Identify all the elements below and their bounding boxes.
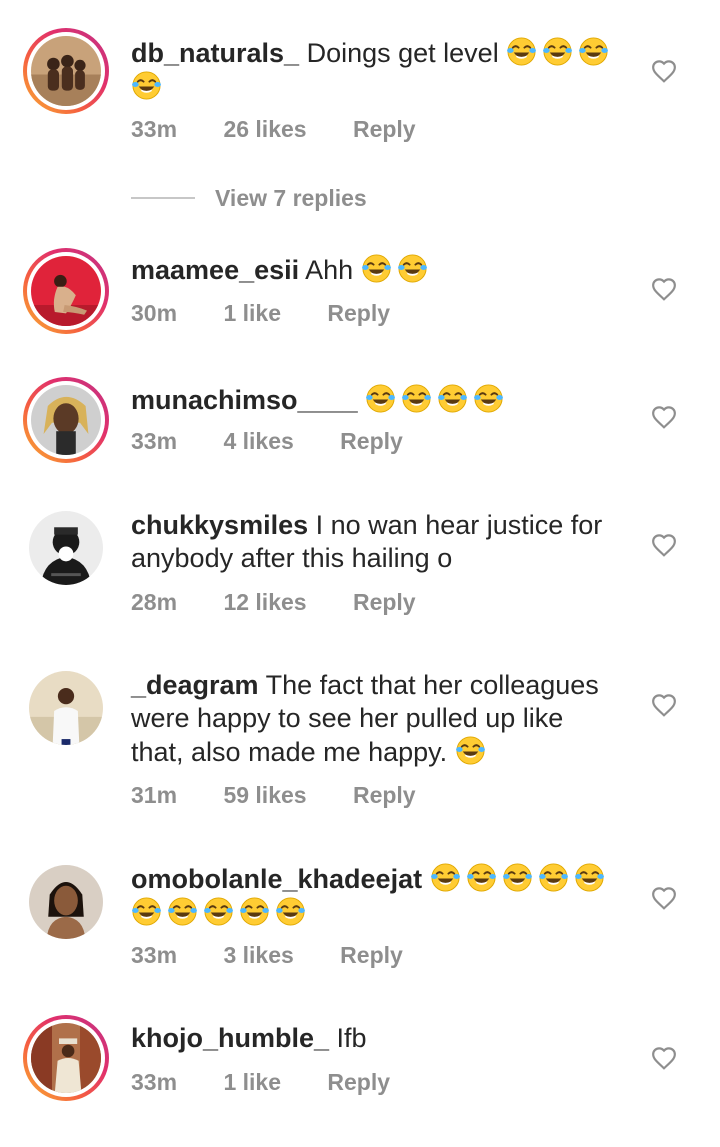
comment-username[interactable]: _deagram bbox=[131, 670, 259, 700]
like-heart-icon[interactable] bbox=[651, 886, 677, 910]
comment-username[interactable]: db_naturals_ bbox=[131, 38, 299, 68]
comment-text: db_naturals_ Doings get level bbox=[131, 36, 621, 104]
avatar[interactable] bbox=[23, 377, 109, 463]
avatar-photo bbox=[31, 36, 101, 106]
like-heart-icon[interactable] bbox=[651, 405, 677, 429]
face-with-tears-of-joy-icon bbox=[131, 896, 162, 927]
comment-time: 33m bbox=[131, 942, 178, 968]
likes-count[interactable]: 12 likes bbox=[223, 589, 306, 616]
comment-meta: 33m 3 likes Reply bbox=[131, 942, 403, 969]
comment-meta: 30m 1 like Reply bbox=[131, 300, 390, 327]
reply-button[interactable]: Reply bbox=[327, 300, 390, 327]
comment-username[interactable]: maamee_esii bbox=[131, 255, 299, 285]
face-with-tears-of-joy-icon bbox=[578, 36, 609, 67]
face-with-tears-of-joy-icon bbox=[506, 36, 537, 67]
likes-count[interactable]: 59 likes bbox=[223, 782, 306, 809]
reply-button[interactable]: Reply bbox=[340, 428, 403, 455]
face-with-tears-of-joy-icon bbox=[437, 383, 468, 414]
avatar[interactable] bbox=[23, 505, 109, 591]
face-with-tears-of-joy-icon bbox=[430, 862, 461, 893]
reply-button[interactable]: Reply bbox=[340, 942, 403, 969]
like-heart-icon[interactable] bbox=[651, 693, 677, 717]
comment-text: maamee_esii Ahh bbox=[131, 253, 621, 287]
view-replies-divider bbox=[131, 197, 195, 199]
face-with-tears-of-joy-icon bbox=[167, 896, 198, 927]
avatar[interactable] bbox=[23, 859, 109, 945]
comment-text: omobolanle_khadeejat bbox=[131, 862, 621, 930]
comment-text: _deagram The fact that her colleagues we… bbox=[131, 669, 621, 769]
avatar-photo bbox=[31, 256, 101, 326]
comment-meta: 31m 59 likes Reply bbox=[131, 782, 416, 809]
comment-meta: 28m 12 likes Reply bbox=[131, 589, 416, 616]
like-heart-icon[interactable] bbox=[651, 277, 677, 301]
likes-count[interactable]: 26 likes bbox=[223, 116, 306, 143]
comment-time: 33m bbox=[131, 1069, 178, 1095]
emoji-group bbox=[365, 383, 509, 415]
emoji-group bbox=[361, 253, 433, 285]
avatar[interactable] bbox=[23, 28, 109, 114]
reply-button[interactable]: Reply bbox=[353, 782, 416, 809]
likes-count[interactable]: 4 likes bbox=[223, 428, 293, 455]
comment-time: 31m bbox=[131, 782, 178, 808]
face-with-tears-of-joy-icon bbox=[538, 862, 569, 893]
comment-body: Ifb bbox=[336, 1023, 367, 1053]
avatar[interactable] bbox=[23, 665, 109, 751]
face-with-tears-of-joy-icon bbox=[502, 862, 533, 893]
face-with-tears-of-joy-icon bbox=[455, 735, 486, 766]
like-heart-icon[interactable] bbox=[651, 59, 677, 83]
comment-username[interactable]: munachimso____ bbox=[131, 385, 358, 415]
comment-meta: 33m 1 like Reply bbox=[131, 1069, 390, 1096]
face-with-tears-of-joy-icon bbox=[466, 862, 497, 893]
comment-time: 33m bbox=[131, 116, 178, 142]
face-with-tears-of-joy-icon bbox=[361, 253, 392, 284]
comment-time: 30m bbox=[131, 300, 178, 326]
face-with-tears-of-joy-icon bbox=[401, 383, 432, 414]
comment-body: Doings get level bbox=[306, 38, 499, 68]
comment-time: 33m bbox=[131, 428, 178, 454]
reply-button[interactable]: Reply bbox=[353, 589, 416, 616]
emoji-group bbox=[455, 735, 491, 767]
comment-username[interactable]: khojo_humble_ bbox=[131, 1023, 329, 1053]
avatar[interactable] bbox=[23, 1015, 109, 1101]
face-with-tears-of-joy-icon bbox=[131, 70, 162, 101]
likes-count[interactable]: 1 like bbox=[223, 300, 281, 327]
comment-text: chukkysmiles I no wan hear justice for a… bbox=[131, 509, 621, 575]
view-replies-label: View 7 replies bbox=[215, 184, 367, 211]
avatar-photo bbox=[31, 1023, 101, 1093]
avatar-photo bbox=[31, 385, 101, 455]
comment-meta: 33m 26 likes Reply bbox=[131, 116, 416, 143]
face-with-tears-of-joy-icon bbox=[542, 36, 573, 67]
comment-meta: 33m 4 likes Reply bbox=[131, 428, 403, 455]
avatar-photo bbox=[29, 865, 103, 939]
avatar-photo bbox=[29, 511, 103, 585]
face-with-tears-of-joy-icon bbox=[473, 383, 504, 414]
face-with-tears-of-joy-icon bbox=[397, 253, 428, 284]
comment-username[interactable]: omobolanle_khadeejat bbox=[131, 864, 422, 894]
comment-username[interactable]: chukkysmiles bbox=[131, 510, 308, 540]
likes-count[interactable]: 3 likes bbox=[223, 942, 293, 969]
face-with-tears-of-joy-icon bbox=[574, 862, 605, 893]
face-with-tears-of-joy-icon bbox=[275, 896, 306, 927]
comment-time: 28m bbox=[131, 589, 178, 615]
face-with-tears-of-joy-icon bbox=[203, 896, 234, 927]
comment-text: munachimso____ bbox=[131, 383, 621, 417]
like-heart-icon[interactable] bbox=[651, 533, 677, 557]
comment-text: khojo_humble_ Ifb bbox=[131, 1022, 621, 1055]
view-replies-button[interactable]: View 7 replies bbox=[131, 180, 367, 216]
comment-body: Ahh bbox=[305, 255, 354, 285]
avatar-photo bbox=[29, 671, 103, 745]
likes-count[interactable]: 1 like bbox=[223, 1069, 281, 1096]
reply-button[interactable]: Reply bbox=[353, 116, 416, 143]
face-with-tears-of-joy-icon bbox=[239, 896, 270, 927]
avatar[interactable] bbox=[23, 248, 109, 334]
like-heart-icon[interactable] bbox=[651, 1046, 677, 1070]
face-with-tears-of-joy-icon bbox=[365, 383, 396, 414]
reply-button[interactable]: Reply bbox=[327, 1069, 390, 1096]
